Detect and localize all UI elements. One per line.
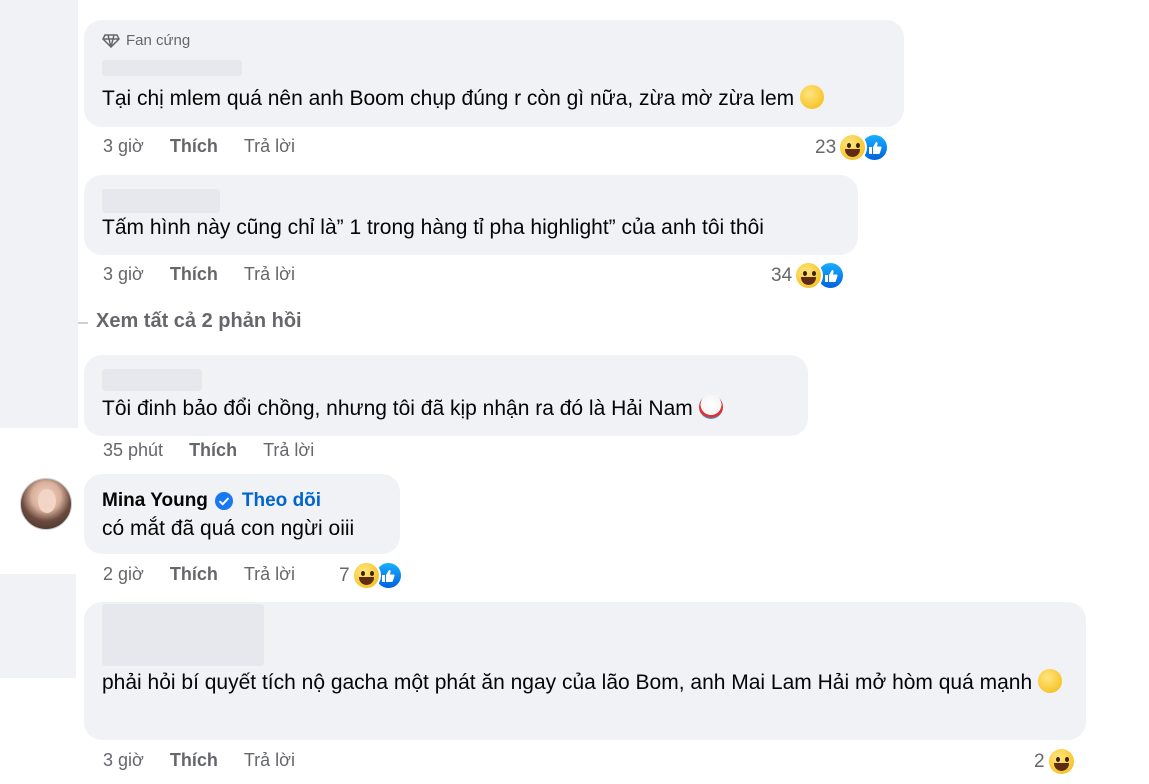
thread-line xyxy=(78,322,88,324)
comment-author: Mina Young Theo dõi xyxy=(102,490,321,512)
reaction-summary[interactable]: 23 xyxy=(815,133,890,162)
reaction-count: 23 xyxy=(815,136,837,158)
comment-bubble: Mina Young Theo dõi có mắt đã quá con ng… xyxy=(84,474,400,554)
reply-button[interactable]: Trả lời xyxy=(244,264,295,285)
reply-button[interactable]: Trả lời xyxy=(244,136,295,157)
diamond-icon xyxy=(102,33,120,48)
blurred-username[interactable] xyxy=(102,189,220,213)
comment-bubble: phải hỏi bí quyết tích nộ gacha một phát… xyxy=(84,602,1086,740)
timestamp[interactable]: 35 phút xyxy=(103,440,163,461)
reaction-count: 34 xyxy=(771,264,793,286)
haha-icon xyxy=(838,133,868,162)
comment-text: Tấm hình này cũng chỉ là” 1 trong hàng t… xyxy=(102,216,764,239)
timestamp[interactable]: 2 giờ xyxy=(103,564,144,585)
view-all-replies-link[interactable]: Xem tất cả 2 phản hồi xyxy=(96,310,302,333)
comment-text: phải hỏi bí quyết tích nộ gacha một phát… xyxy=(102,667,1072,699)
clown-face-icon xyxy=(698,395,723,419)
reaction-summary[interactable]: 2 xyxy=(1034,747,1076,776)
reaction-count: 2 xyxy=(1034,750,1045,772)
comment-text: Tôi đinh bảo đổi chồng, nhưng tôi đã kịp… xyxy=(102,393,723,425)
like-button[interactable]: Thích xyxy=(170,136,218,157)
like-button[interactable]: Thích xyxy=(170,564,218,585)
reply-button[interactable]: Trả lời xyxy=(263,440,314,461)
comment-bubble: Fan cứng Tại chị mlem quá nên anh Boom c… xyxy=(84,20,904,127)
timestamp[interactable]: 3 giờ xyxy=(103,136,144,157)
reply-button[interactable]: Trả lời xyxy=(244,750,295,771)
comment-text: có mắt đã quá con ngừi oiii xyxy=(102,517,355,540)
reaction-summary[interactable]: 34 xyxy=(771,261,846,290)
comment-actions: 3 giờ Thích Trả lời xyxy=(103,750,295,771)
verified-badge-icon xyxy=(214,491,234,511)
haha-icon xyxy=(351,561,381,590)
like-button[interactable]: Thích xyxy=(170,750,218,771)
comment-actions: 2 giờ Thích Trả lời xyxy=(103,564,295,585)
fan-badge: Fan cứng xyxy=(102,32,190,49)
blurred-username[interactable] xyxy=(102,369,202,391)
like-button[interactable]: Thích xyxy=(189,440,237,461)
comment-bubble: Tấm hình này cũng chỉ là” 1 trong hàng t… xyxy=(84,175,858,255)
haha-icon xyxy=(1046,747,1076,776)
follow-button[interactable]: Theo dõi xyxy=(242,490,321,512)
comment-text: Tại chị mlem quá nên anh Boom chụp đúng … xyxy=(102,83,825,115)
pleading-face-icon xyxy=(800,85,825,109)
haha-icon xyxy=(794,261,824,290)
reply-button[interactable]: Trả lời xyxy=(244,564,295,585)
left-blurred-area xyxy=(0,574,76,678)
avatar[interactable] xyxy=(20,478,72,530)
reaction-summary[interactable]: 7 xyxy=(339,561,403,590)
comment-actions: 35 phút Thích Trả lời xyxy=(103,440,314,461)
like-button[interactable]: Thích xyxy=(170,264,218,285)
blurred-username[interactable] xyxy=(102,604,264,666)
username[interactable]: Mina Young xyxy=(102,490,208,512)
steam-face-icon xyxy=(1038,669,1063,693)
comment-actions: 3 giờ Thích Trả lời xyxy=(103,136,295,157)
comment-bubble: Tôi đinh bảo đổi chồng, nhưng tôi đã kịp… xyxy=(84,355,808,436)
timestamp[interactable]: 3 giờ xyxy=(103,264,144,285)
reaction-count: 7 xyxy=(339,564,350,586)
timestamp[interactable]: 3 giờ xyxy=(103,750,144,771)
comment-actions: 3 giờ Thích Trả lời xyxy=(103,264,295,285)
blurred-username[interactable] xyxy=(102,60,242,76)
badge-label: Fan cứng xyxy=(126,32,191,49)
left-blurred-area xyxy=(0,0,78,428)
